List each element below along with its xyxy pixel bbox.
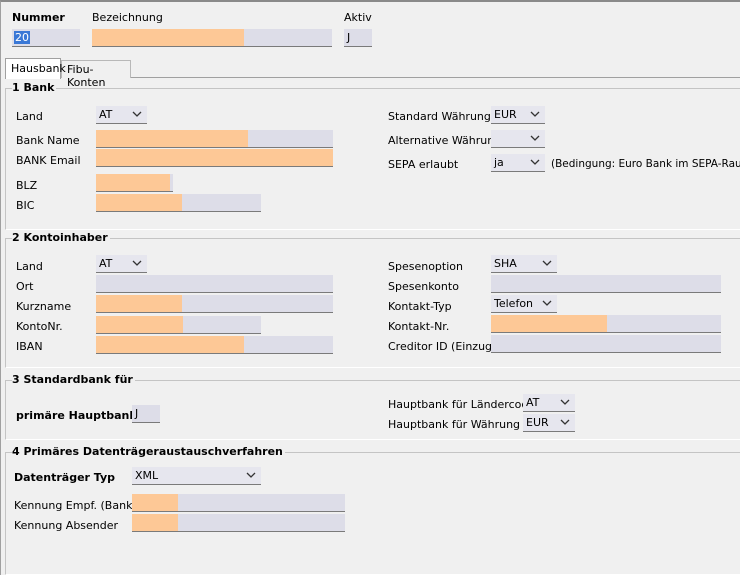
aktiv-field[interactable]: J xyxy=(344,29,372,47)
chevron-down-icon xyxy=(560,419,570,425)
primaere-hauptbank-label: primäre Hauptbank xyxy=(16,409,137,422)
chevron-down-icon xyxy=(530,135,540,141)
aktiv-label: Aktiv xyxy=(344,11,372,24)
bank-land-label: Land xyxy=(16,110,43,123)
hauptbank-waehrung-select[interactable]: EUR xyxy=(523,414,575,432)
section-bank-title: 1 Bank xyxy=(12,81,57,94)
sepa-value: ja xyxy=(494,156,504,169)
bank-land-value: AT xyxy=(99,108,113,121)
chevron-down-icon xyxy=(246,472,256,478)
alternative-waehrung-select[interactable] xyxy=(491,130,545,148)
datentraeger-typ-value: XML xyxy=(135,469,159,482)
spesenoption-value: SHA xyxy=(494,257,517,270)
primaere-hauptbank-value: J xyxy=(135,407,139,420)
iban-field[interactable] xyxy=(96,336,333,354)
bank-email-field[interactable] xyxy=(96,149,333,167)
kennung-absender-label: Kennung Absender xyxy=(14,519,119,532)
bank-name-field[interactable] xyxy=(96,130,333,148)
kontakt-typ-select[interactable]: Telefon xyxy=(491,295,557,313)
spesenkonto-label: Spesenkonto xyxy=(388,280,459,293)
hauptbank-laendercode-value: AT xyxy=(526,396,540,409)
datentraeger-typ-select[interactable]: XML xyxy=(132,467,261,485)
standard-waehrung-select[interactable]: EUR xyxy=(491,106,545,124)
hauptbank-laendercode-label: Hauptbank für Ländercode xyxy=(388,398,536,411)
spesenoption-label: Spesenoption xyxy=(388,260,463,273)
sepa-label: SEPA erlaubt xyxy=(388,158,459,171)
section-datentraeger xyxy=(5,452,740,575)
chevron-down-icon xyxy=(542,260,552,266)
kontakt-typ-label: Kontakt-Typ xyxy=(388,300,452,313)
blz-field[interactable] xyxy=(96,174,173,192)
hauptbank-waehrung-value: EUR xyxy=(526,416,549,429)
spesenoption-select[interactable]: SHA xyxy=(491,255,557,273)
nummer-label: Nummer xyxy=(12,11,65,24)
bank-email-label: BANK Email xyxy=(16,154,81,167)
bic-field[interactable] xyxy=(96,194,261,212)
alternative-waehrung-label: Alternative Währung xyxy=(388,134,502,147)
bank-land-select[interactable]: AT xyxy=(96,106,147,124)
kennung-empf-label: Kennung Empf. (Bank) xyxy=(14,499,137,512)
section-datentraeger-title: 4 Primäres Datenträgeraustauschverfahren xyxy=(12,445,285,458)
inhaber-land-label: Land xyxy=(16,260,43,273)
standard-waehrung-value: EUR xyxy=(494,108,517,121)
bic-label: BIC xyxy=(16,199,35,212)
chevron-down-icon xyxy=(542,300,552,306)
kontonr-label: KontoNr. xyxy=(16,320,63,333)
inhaber-land-value: AT xyxy=(99,257,113,270)
standard-waehrung-label: Standard Währung xyxy=(388,110,491,123)
kennung-empf-field[interactable] xyxy=(132,494,345,512)
iban-label: IBAN xyxy=(16,340,43,353)
hauptbank-laendercode-select[interactable]: AT xyxy=(523,394,575,412)
kontakt-typ-value: Telefon xyxy=(494,297,534,310)
kontonr-field[interactable] xyxy=(96,316,261,334)
primaere-hauptbank-field[interactable]: J xyxy=(132,405,160,423)
bezeichnung-field[interactable] xyxy=(92,29,332,47)
ort-label: Ort xyxy=(16,280,34,293)
kontakt-nr-field[interactable] xyxy=(491,315,721,333)
chevron-down-icon xyxy=(132,260,142,266)
bank-name-label: Bank Name xyxy=(16,134,80,147)
kennung-absender-field[interactable] xyxy=(132,514,345,532)
hauptbank-waehrung-label: Hauptbank für Währung xyxy=(388,418,521,431)
tab-fibu-konten[interactable]: Fibu-Konten xyxy=(61,60,131,89)
inhaber-land-select[interactable]: AT xyxy=(96,255,147,273)
chevron-down-icon xyxy=(530,111,540,117)
section-kontoinhaber-title: 2 Kontoinhaber xyxy=(12,231,110,244)
spesenkonto-field[interactable] xyxy=(491,275,721,293)
kurzname-field[interactable] xyxy=(96,295,333,313)
creditor-id-field[interactable] xyxy=(491,335,721,353)
creditor-id-label: Creditor ID (Einzug) xyxy=(388,340,497,353)
section-standardbank-title: 3 Standardbank für xyxy=(12,373,135,386)
blz-label: BLZ xyxy=(16,179,38,192)
tab-hausbank[interactable]: Hausbank xyxy=(5,58,66,79)
bezeichnung-label: Bezeichnung xyxy=(92,11,163,24)
chevron-down-icon xyxy=(560,399,570,405)
aktiv-value: J xyxy=(347,31,351,44)
chevron-down-icon xyxy=(132,111,142,117)
nummer-value: 20 xyxy=(14,31,30,44)
kontakt-nr-label: Kontakt-Nr. xyxy=(388,320,450,333)
nummer-field[interactable]: 20 xyxy=(12,29,80,47)
datentraeger-typ-label: Datenträger Typ xyxy=(14,471,116,484)
kurzname-label: Kurzname xyxy=(16,300,72,313)
ort-field[interactable] xyxy=(96,275,333,293)
bank-form-window: Nummer 20 Bezeichnung Aktiv J Hausbank F… xyxy=(0,0,740,575)
sepa-note: (Bedingung: Euro Bank im SEPA-Raum) xyxy=(551,158,740,170)
chevron-down-icon xyxy=(530,159,540,165)
sepa-select[interactable]: ja xyxy=(491,154,545,172)
